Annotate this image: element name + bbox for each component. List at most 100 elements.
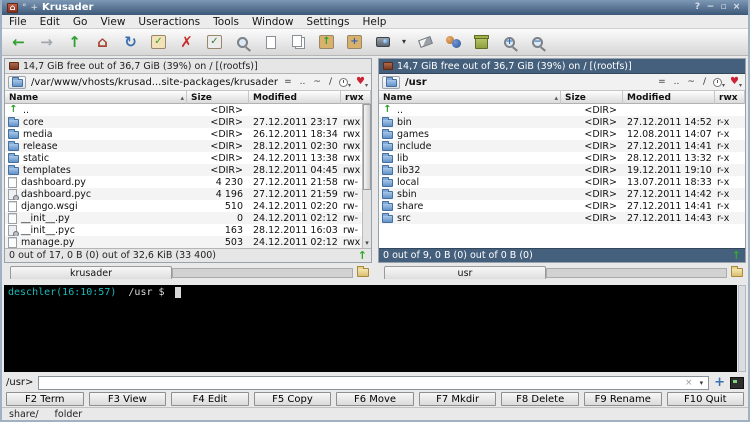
terminal-toggle-icon[interactable]: [730, 376, 744, 389]
file-row[interactable]: __init__.py 0 24.12.2011 02:12 rw-: [5, 212, 371, 224]
new-tab-icon[interactable]: [357, 266, 369, 277]
fkey-f2-button[interactable]: F2 Term: [6, 392, 84, 406]
command-line-input[interactable]: [41, 376, 682, 389]
new-tab-icon[interactable]: [731, 266, 743, 277]
panel-button-~[interactable]: ~: [687, 77, 695, 87]
bookmark-icon[interactable]: ♥: [730, 77, 739, 87]
file-row[interactable]: manage.py 503 24.12.2011 02:12 rwx: [5, 236, 371, 248]
home-icon[interactable]: ⌂: [92, 32, 113, 53]
maximize-button[interactable]: ▫: [717, 1, 730, 14]
file-row[interactable]: src <DIR> 27.12.2011 14:43 r-x: [379, 212, 745, 224]
back-icon[interactable]: ←: [8, 32, 29, 53]
history-dropdown-icon[interactable]: ▾: [722, 82, 725, 89]
minimize-button[interactable]: −: [704, 1, 717, 14]
fkey-f10-button[interactable]: F10 Quit: [666, 392, 745, 406]
view-file-icon[interactable]: [260, 32, 281, 53]
chevron-down-icon[interactable]: ▾: [697, 379, 707, 387]
column-header-name[interactable]: Name ▴: [379, 91, 561, 104]
copy-icon[interactable]: [288, 32, 309, 53]
column-header-size[interactable]: Size: [561, 91, 623, 104]
column-header-modified[interactable]: Modified: [623, 91, 715, 104]
clear-icon[interactable]: ×: [681, 378, 697, 388]
completion-item[interactable]: share/: [9, 409, 39, 420]
file-row[interactable]: ↑.. <DIR>: [379, 104, 745, 116]
right-free-space-bar[interactable]: 14,7 GiB free out of 36,7 GiB (39%) on /…: [379, 59, 745, 74]
terminal-output[interactable]: deschler(16:10:57) /usr $: [4, 285, 737, 372]
column-header-name[interactable]: Name ▴: [5, 91, 187, 104]
file-row[interactable]: sbin <DIR> 27.12.2011 14:42 r-x: [379, 188, 745, 200]
fkey-f6-button[interactable]: F6 Move: [336, 392, 414, 406]
panel-button-=[interactable]: =: [658, 77, 666, 87]
menu-settings[interactable]: Settings: [306, 16, 349, 28]
file-row[interactable]: templates <DIR> 28.12.2011 04:45 rwx: [5, 164, 371, 176]
help-button[interactable]: ?: [691, 1, 704, 14]
file-row[interactable]: core <DIR> 27.12.2011 23:17 rwx: [5, 116, 371, 128]
close-button[interactable]: ×: [730, 1, 743, 14]
menu-useractions[interactable]: Useractions: [138, 16, 200, 28]
file-row[interactable]: static <DIR> 24.12.2011 13:38 rwx: [5, 152, 371, 164]
toolbar-overflow-icon[interactable]: ▾: [400, 32, 408, 53]
scrollbar-down-arrow[interactable]: ▾: [363, 239, 371, 248]
panel-button-/[interactable]: /: [329, 77, 332, 87]
history-dropdown-icon[interactable]: ▾: [348, 82, 351, 89]
invert-selection-icon[interactable]: ✓: [204, 32, 225, 53]
forward-icon[interactable]: →: [36, 32, 57, 53]
fkey-f5-button[interactable]: F5 Copy: [253, 392, 332, 406]
completion-item[interactable]: folder: [55, 409, 83, 420]
fkey-f3-button[interactable]: F3 View: [88, 392, 167, 406]
tab-krusader[interactable]: krusader: [10, 266, 172, 279]
trash-icon[interactable]: [471, 32, 492, 53]
file-row[interactable]: share <DIR> 27.12.2011 14:41 r-x: [379, 200, 745, 212]
ontop-icon[interactable]: +: [31, 3, 39, 13]
terminal-scrollbar[interactable]: [738, 285, 746, 372]
fkey-f9-button[interactable]: F9 Rename: [583, 392, 662, 406]
folder-button[interactable]: [8, 75, 26, 89]
current-path[interactable]: /var/www/vhosts/krusad...site-packages/k…: [31, 77, 279, 88]
unselect-group-icon[interactable]: ✗: [176, 32, 197, 53]
file-row[interactable]: local <DIR> 13.07.2011 18:33 r-x: [379, 176, 745, 188]
search-icon[interactable]: [232, 32, 253, 53]
menu-view[interactable]: View: [100, 16, 125, 28]
folder-button[interactable]: [382, 75, 400, 89]
file-row[interactable]: release <DIR> 28.12.2011 02:30 rwx: [5, 140, 371, 152]
file-row[interactable]: games <DIR> 12.08.2011 14:07 r-x: [379, 128, 745, 140]
list-scrollbar[interactable]: ▾: [362, 104, 371, 248]
unpack-icon[interactable]: +: [344, 32, 365, 53]
mount-manager-icon[interactable]: [372, 32, 393, 53]
bookmark-dropdown-icon[interactable]: ▾: [365, 82, 368, 89]
menu-file[interactable]: File: [9, 16, 27, 28]
history-icon[interactable]: [339, 77, 348, 87]
menu-window[interactable]: Window: [252, 16, 293, 28]
file-row[interactable]: lib32 <DIR> 19.12.2011 19:10 r-x: [379, 164, 745, 176]
panel-button-..[interactable]: ..: [300, 77, 306, 87]
pack-icon[interactable]: ↑: [316, 32, 337, 53]
menu-tools[interactable]: Tools: [213, 16, 239, 28]
column-header-size[interactable]: Size: [187, 91, 249, 104]
panel-button-/[interactable]: /: [703, 77, 706, 87]
history-icon[interactable]: [713, 77, 722, 87]
cmdline-popup-icon[interactable]: +: [714, 376, 725, 389]
reload-icon[interactable]: ↻: [120, 32, 141, 53]
file-row[interactable]: dashboard.py 4 230 27.12.2011 21:58 rw-: [5, 176, 371, 188]
file-row[interactable]: include <DIR> 27.12.2011 14:41 r-x: [379, 140, 745, 152]
fkey-f7-button[interactable]: F7 Mkdir: [418, 392, 497, 406]
menu-help[interactable]: Help: [363, 16, 387, 28]
current-path[interactable]: /usr: [405, 77, 653, 88]
left-free-space-bar[interactable]: 14,7 GiB free out of 36,7 GiB (39%) on /…: [5, 59, 371, 74]
file-row[interactable]: ↑.. <DIR>: [5, 104, 371, 116]
zoom-in-icon[interactable]: +: [499, 32, 520, 53]
fkey-f8-button[interactable]: F8 Delete: [501, 392, 579, 406]
fkey-f4-button[interactable]: F4 Edit: [171, 392, 249, 406]
pin-icon[interactable]: °: [22, 3, 27, 13]
eraser-icon[interactable]: [415, 32, 436, 53]
column-header-rwx[interactable]: rwx: [341, 91, 371, 104]
menu-go[interactable]: Go: [73, 16, 88, 28]
title-bar[interactable]: ⌂ ° + Krusader ? − ▫ ×: [2, 0, 748, 15]
menu-edit[interactable]: Edit: [40, 16, 60, 28]
bookmark-dropdown-icon[interactable]: ▾: [739, 82, 742, 89]
select-group-icon[interactable]: ✓: [148, 32, 169, 53]
scrollbar-thumb[interactable]: [363, 104, 371, 191]
file-row[interactable]: media <DIR> 26.12.2011 18:34 rwx: [5, 128, 371, 140]
file-row[interactable]: django.wsgi 510 24.12.2011 02:20 rw-: [5, 200, 371, 212]
file-row[interactable]: __init__.pyc 163 28.12.2011 16:03 rw-: [5, 224, 371, 236]
